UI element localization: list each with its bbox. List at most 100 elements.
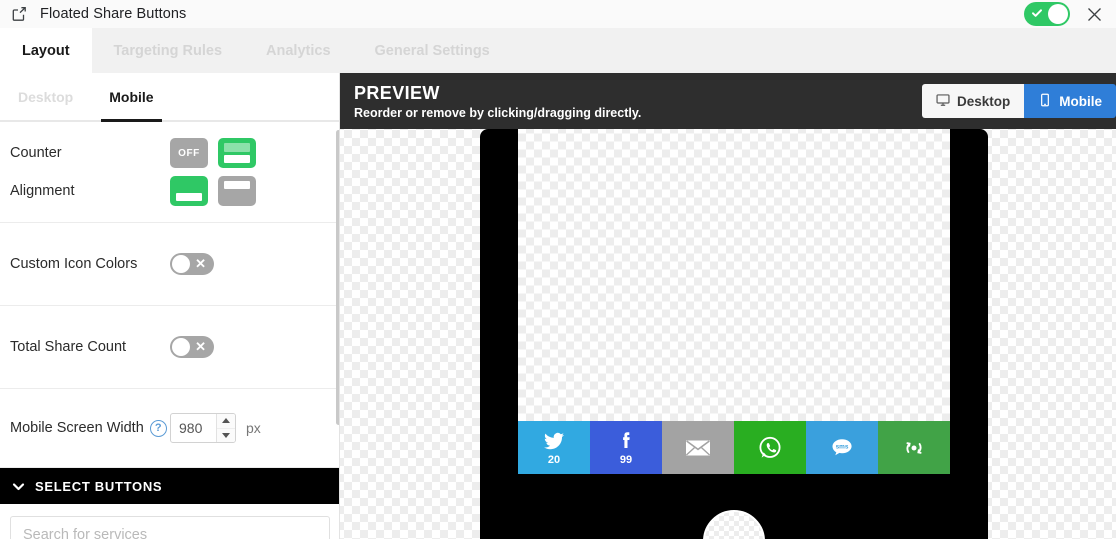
tab-analytics[interactable]: Analytics xyxy=(244,28,352,73)
title-bar-controls xyxy=(1024,2,1104,26)
total-share-count-row: Total Share Count ✕ xyxy=(0,328,340,366)
app-window: Floated Share Buttons Layout Targeting R… xyxy=(0,0,1116,539)
counter-row: Counter OFF xyxy=(0,134,340,172)
home-button[interactable] xyxy=(703,510,765,539)
tab-general-settings-label: General Settings xyxy=(374,42,490,59)
window-title: Floated Share Buttons xyxy=(40,6,187,22)
mobile-screen-width-label-wrap: Mobile Screen Width ? xyxy=(10,419,170,437)
tab-layout[interactable]: Layout xyxy=(0,28,92,73)
counter-label: Counter xyxy=(10,145,62,161)
alignment-row: Alignment xyxy=(0,172,340,210)
mobile-screen-width-label: Mobile Screen Width xyxy=(10,420,144,436)
device-button-mobile[interactable]: Mobile xyxy=(1024,84,1116,118)
desktop-icon xyxy=(936,93,950,110)
mobile-screen-width-row: Mobile Screen Width ? 980 px xyxy=(0,409,340,447)
check-icon xyxy=(1032,9,1042,17)
subtab-desktop-label: Desktop xyxy=(18,88,74,105)
subtab-desktop[interactable]: Desktop xyxy=(0,73,91,120)
email-icon xyxy=(684,437,712,459)
preview-title-block: PREVIEW Reorder or remove by clicking/dr… xyxy=(354,83,641,120)
share-button-twitter[interactable]: 20 xyxy=(518,421,590,474)
mobile-icon xyxy=(1038,93,1052,110)
help-icon[interactable]: ? xyxy=(149,419,167,437)
toggle-off-glyph: ✕ xyxy=(195,339,206,354)
master-enable-toggle[interactable] xyxy=(1024,2,1070,26)
main-tab-strip: Layout Targeting Rules Analytics General… xyxy=(0,28,1116,73)
preview-area: PREVIEW Reorder or remove by clicking/dr… xyxy=(340,73,1116,539)
counter-option-off-label: OFF xyxy=(178,147,200,159)
alignment-option-bottom[interactable] xyxy=(170,176,208,206)
alignment-bottom-bar xyxy=(176,193,202,201)
device-button-desktop[interactable]: Desktop xyxy=(921,84,1025,118)
share-button-sms[interactable]: sms xyxy=(806,421,878,474)
tab-targeting-rules-label: Targeting Rules xyxy=(113,42,223,59)
custom-icon-colors-group: Custom Icon Colors ✕ xyxy=(0,223,340,306)
select-buttons-header-label: SELECT BUTTONS xyxy=(35,478,163,494)
share-nodes-icon xyxy=(900,434,928,462)
preview-header: PREVIEW Reorder or remove by clicking/dr… xyxy=(340,73,1116,129)
alignment-label: Alignment xyxy=(10,183,75,199)
close-icon[interactable] xyxy=(1084,4,1104,24)
stepper-down-button[interactable] xyxy=(217,429,235,443)
custom-icon-colors-row: Custom Icon Colors ✕ xyxy=(0,245,340,283)
preview-title: PREVIEW xyxy=(354,82,440,103)
chevron-down-icon xyxy=(12,480,25,493)
service-search-wrap xyxy=(0,504,340,539)
subtab-mobile-label: Mobile xyxy=(109,88,154,105)
search-input[interactable] xyxy=(10,516,330,539)
counter-alignment-group: Counter OFF Alignment xyxy=(0,122,340,223)
settings-panel: Desktop Mobile Counter OFF Alignment Cus… xyxy=(0,73,340,539)
facebook-icon xyxy=(614,429,638,453)
twitter-icon xyxy=(542,429,566,453)
subtab-mobile[interactable]: Mobile xyxy=(91,73,171,122)
alignment-option-top[interactable] xyxy=(218,176,256,206)
share-button-facebook[interactable]: 99 xyxy=(590,421,662,474)
share-count-facebook: 99 xyxy=(619,454,633,466)
counter-options: OFF xyxy=(170,138,256,168)
title-bar: Floated Share Buttons xyxy=(0,0,1116,28)
mobile-screen-width-stepper[interactable]: 980 xyxy=(170,413,236,443)
share-button-whatsapp[interactable] xyxy=(734,421,806,474)
device-button-mobile-label: Mobile xyxy=(1059,93,1102,109)
counter-band xyxy=(224,143,250,152)
device-subtabs: Desktop Mobile xyxy=(0,73,340,122)
mobile-screen-width-unit: px xyxy=(246,420,261,436)
share-buttons-bar: 20 99 sms xyxy=(518,421,950,474)
tab-analytics-label: Analytics xyxy=(266,42,331,59)
toggle-off-glyph: ✕ xyxy=(195,256,206,271)
tab-general-settings[interactable]: General Settings xyxy=(353,28,512,73)
share-count-twitter: 20 xyxy=(547,454,561,466)
tab-targeting-rules[interactable]: Targeting Rules xyxy=(92,28,245,73)
share-button-sharethis[interactable] xyxy=(878,421,950,474)
mobile-screen-width-group: Mobile Screen Width ? 980 px xyxy=(0,389,340,468)
phone-mockup: 20 99 sms xyxy=(480,129,988,539)
sms-icon: sms xyxy=(827,435,857,461)
toggle-knob xyxy=(172,338,190,356)
phone-screen: 20 99 sms xyxy=(518,129,950,474)
total-share-count-group: Total Share Count ✕ xyxy=(0,306,340,389)
counter-option-on[interactable] xyxy=(218,138,256,168)
alignment-top-bar xyxy=(224,181,250,189)
svg-text:sms: sms xyxy=(836,443,849,450)
counter-bar xyxy=(224,155,250,163)
toggle-knob xyxy=(1048,4,1068,24)
preview-subtitle: Reorder or remove by clicking/dragging d… xyxy=(354,105,642,120)
share-export-icon xyxy=(10,5,28,23)
stepper-up-button[interactable] xyxy=(217,414,235,429)
select-buttons-section-header[interactable]: SELECT BUTTONS xyxy=(0,468,340,504)
whatsapp-icon xyxy=(756,434,784,462)
device-toggle-group: Desktop Mobile xyxy=(921,84,1116,118)
total-share-count-toggle[interactable]: ✕ xyxy=(170,336,214,358)
mobile-screen-width-value[interactable]: 980 xyxy=(171,414,216,442)
counter-option-off[interactable]: OFF xyxy=(170,138,208,168)
toggle-knob xyxy=(172,255,190,273)
total-share-count-label: Total Share Count xyxy=(10,339,127,355)
alignment-options xyxy=(170,176,256,206)
custom-icon-colors-label: Custom Icon Colors xyxy=(10,256,138,272)
custom-icon-colors-toggle[interactable]: ✕ xyxy=(170,253,214,275)
share-button-email[interactable] xyxy=(662,421,734,474)
device-button-desktop-label: Desktop xyxy=(956,93,1011,109)
caret-up-icon xyxy=(222,418,230,424)
tab-layout-label: Layout xyxy=(22,42,70,59)
caret-down-icon xyxy=(222,432,230,438)
